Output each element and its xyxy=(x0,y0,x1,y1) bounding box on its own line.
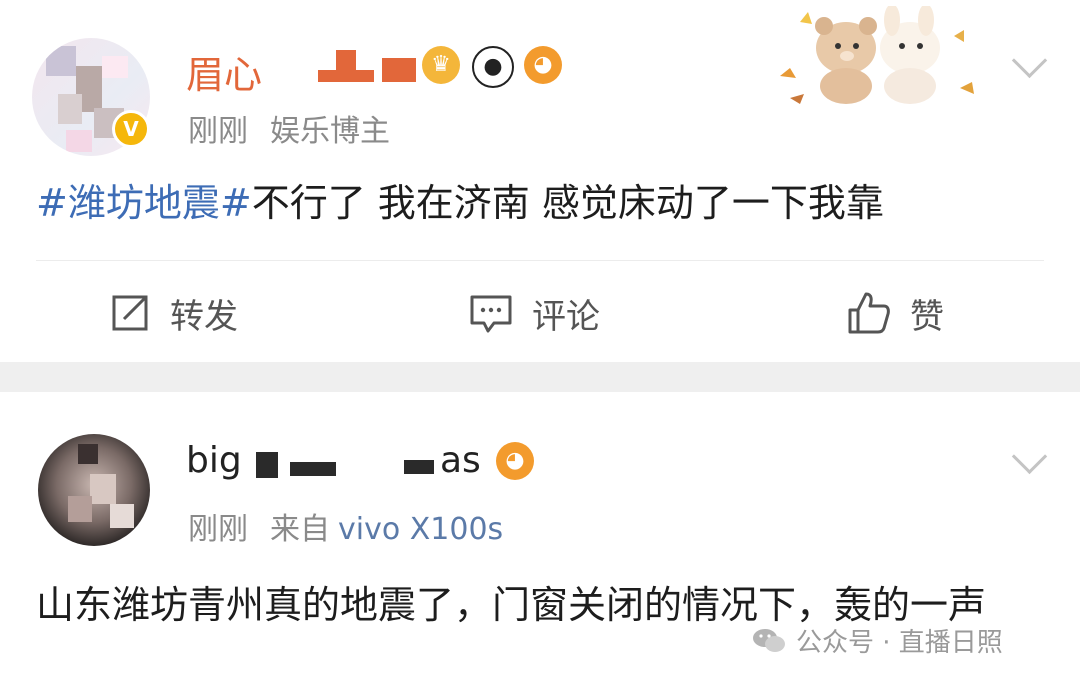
fish-icon: ◕ xyxy=(496,442,534,480)
divider xyxy=(36,260,1044,261)
wechat-icon xyxy=(752,627,786,655)
repost-button[interactable]: 转发 xyxy=(108,288,238,338)
device-link[interactable]: vivo X100s xyxy=(338,512,503,547)
comment-button[interactable]: 评论 xyxy=(468,288,600,338)
avatar[interactable] xyxy=(38,434,150,546)
post-time: 刚刚 xyxy=(188,114,248,149)
username[interactable]: 眉心 xyxy=(186,44,262,99)
post-content: #潍坊地震#不行了 我在济南 感觉床动了一下我靠 xyxy=(36,176,884,230)
username-tail: as xyxy=(440,440,481,481)
watermark-text: 公众号 · 直播日照 xyxy=(796,628,1003,658)
like-button[interactable]: 赞 xyxy=(846,288,944,338)
post-meta: 刚刚 来自 vivo X100s xyxy=(188,504,525,548)
username[interactable]: big xyxy=(186,440,242,481)
redacted-block xyxy=(290,462,336,476)
post-card: V 眉心 ♛ ● ◕ 刚刚 娱乐博主 #潍坊地震#不行了 我在济南 感觉床动了一下… xyxy=(0,0,1080,362)
user-tag: 娱乐博主 xyxy=(270,114,390,149)
post-meta: 刚刚 娱乐博主 xyxy=(188,106,412,150)
chevron-down-icon[interactable] xyxy=(1011,438,1048,475)
hashtag-link[interactable]: #潍坊地震# xyxy=(36,181,252,225)
fish-icon: ◕ xyxy=(524,46,562,84)
comment-icon xyxy=(470,295,512,333)
bear-sticker xyxy=(780,6,974,104)
username-head: big xyxy=(186,440,242,481)
post-time: 刚刚 xyxy=(188,512,248,547)
watermark: 公众号 · 直播日照 xyxy=(752,622,1003,659)
redacted-block xyxy=(404,460,434,474)
source-prefix: 来自 xyxy=(270,512,330,547)
like-icon xyxy=(848,292,890,334)
redacted-block xyxy=(256,452,278,478)
panda-icon: ● xyxy=(472,46,514,88)
feed-separator xyxy=(0,362,1080,392)
comment-label: 评论 xyxy=(532,296,600,337)
verified-icon: V xyxy=(112,110,150,148)
repost-label: 转发 xyxy=(170,296,238,337)
redacted-block xyxy=(336,50,356,72)
repost-icon xyxy=(112,295,148,331)
crown-icon: ♛ xyxy=(422,46,460,84)
like-label: 赞 xyxy=(910,296,944,337)
redacted-block xyxy=(382,58,416,82)
chevron-down-icon[interactable] xyxy=(1011,42,1048,79)
post-text: 不行了 我在济南 感觉床动了一下我靠 xyxy=(251,181,884,225)
